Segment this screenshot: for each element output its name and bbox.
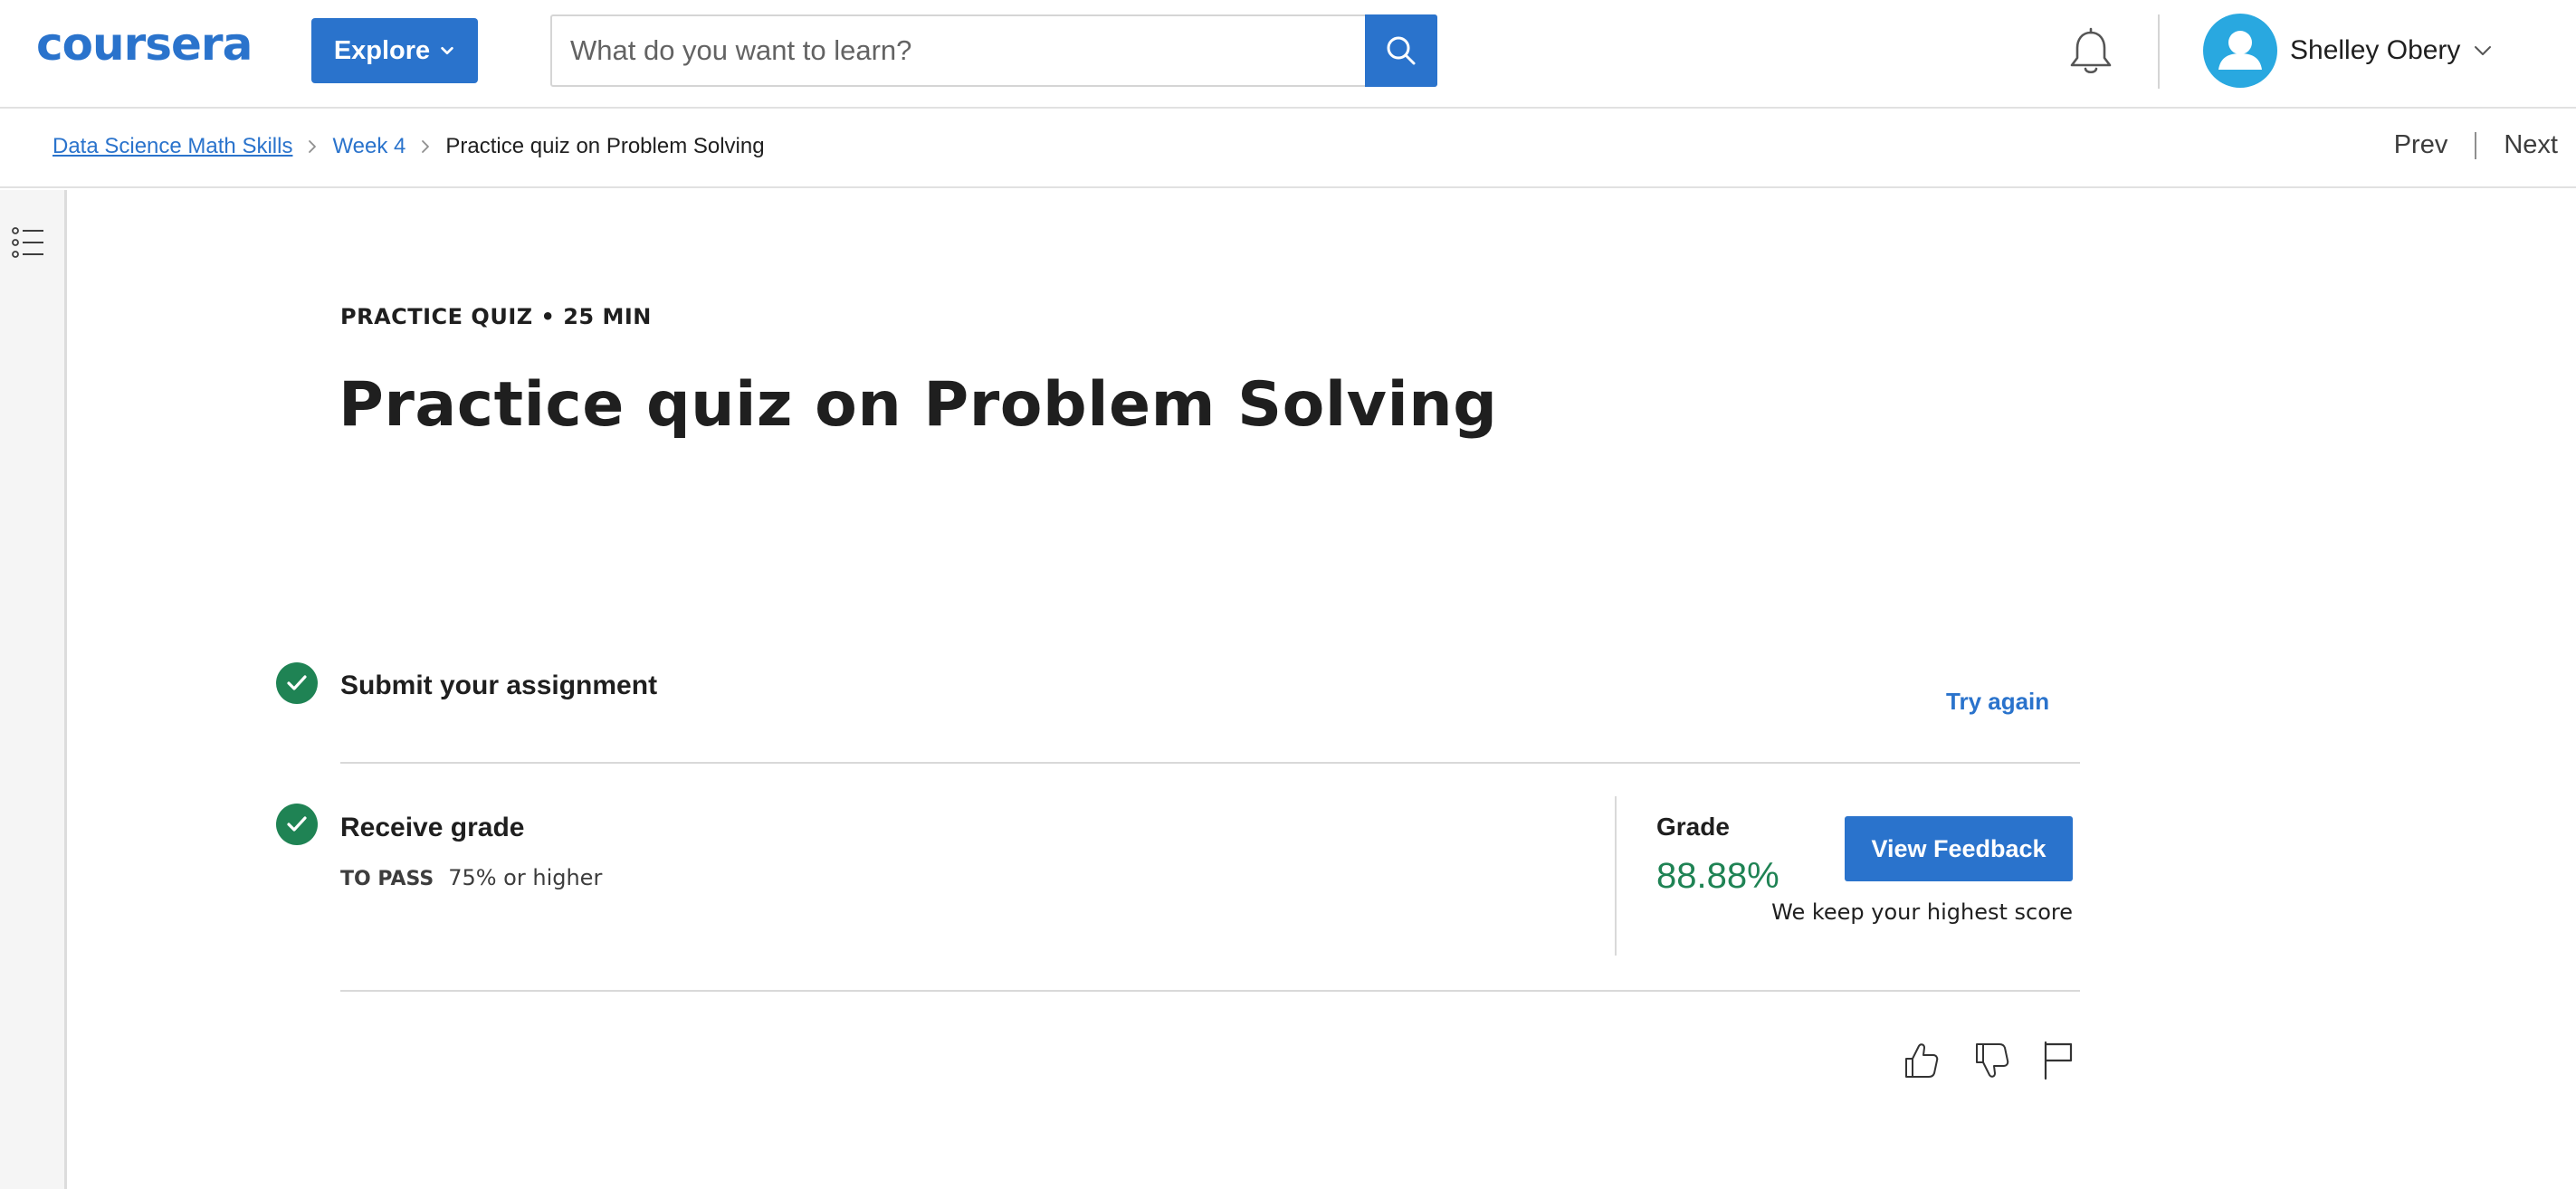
breadcrumb-row: Data Science Math Skills Week 4 Practice… bbox=[0, 110, 2576, 188]
breadcrumb: Data Science Math Skills Week 4 Practice… bbox=[52, 134, 765, 159]
page-title: Practice quiz on Problem Solving bbox=[339, 369, 1498, 441]
nav-divider bbox=[2475, 131, 2477, 159]
view-feedback-button[interactable]: View Feedback bbox=[1845, 816, 2073, 881]
top-header: coursera Explore Shelley Obery bbox=[0, 0, 2576, 109]
pass-value: 75% or higher bbox=[448, 865, 603, 890]
search-input[interactable] bbox=[552, 16, 1367, 85]
chevron-down-icon bbox=[2475, 46, 2492, 55]
check-icon bbox=[276, 804, 318, 845]
highest-score-note: We keep your highest score bbox=[1771, 899, 2073, 925]
try-again-button[interactable]: Try again bbox=[1946, 688, 2049, 716]
breadcrumb-course-link[interactable]: Data Science Math Skills bbox=[52, 134, 292, 159]
grade-value: 88.88% bbox=[1656, 856, 1779, 896]
list-outline-icon[interactable] bbox=[9, 223, 49, 262]
thumbs-down-icon[interactable] bbox=[1971, 1039, 2011, 1082]
header-divider bbox=[2158, 14, 2160, 89]
prev-link[interactable]: Prev bbox=[2394, 130, 2448, 160]
thumbs-up-icon[interactable] bbox=[1901, 1039, 1941, 1082]
pass-label: TO PASS bbox=[340, 868, 434, 890]
user-avatar-icon bbox=[2203, 14, 2277, 88]
grade-divider bbox=[1615, 796, 1617, 956]
left-rail bbox=[0, 190, 67, 1189]
user-name: Shelley Obery bbox=[2290, 35, 2461, 65]
bell-icon[interactable] bbox=[2067, 27, 2114, 78]
flag-icon[interactable] bbox=[2038, 1039, 2078, 1082]
breadcrumb-week-link[interactable]: Week 4 bbox=[332, 134, 405, 159]
quiz-eyebrow: PRACTICE QUIZ • 25 MIN bbox=[340, 304, 652, 329]
chevron-right-icon bbox=[307, 138, 318, 155]
check-icon bbox=[276, 662, 318, 704]
explore-label: Explore bbox=[333, 35, 431, 65]
step-submit-title: Submit your assignment bbox=[340, 671, 658, 700]
pass-requirement: TO PASS 75% or higher bbox=[340, 865, 602, 890]
step-divider bbox=[340, 762, 2080, 764]
search-bar bbox=[550, 14, 1437, 87]
step-receive-title: Receive grade bbox=[340, 813, 525, 842]
user-menu[interactable]: Shelley Obery bbox=[2203, 13, 2493, 89]
bottom-divider bbox=[340, 990, 2080, 992]
search-icon bbox=[1387, 36, 1416, 65]
grade-label: Grade bbox=[1656, 813, 1730, 841]
chevron-right-icon bbox=[420, 138, 431, 155]
next-link[interactable]: Next bbox=[2504, 130, 2558, 160]
coursera-logo[interactable]: coursera bbox=[36, 18, 253, 71]
breadcrumb-current: Practice quiz on Problem Solving bbox=[445, 134, 765, 158]
search-button[interactable] bbox=[1365, 14, 1437, 87]
person-icon bbox=[2218, 31, 2262, 70]
prev-next-nav: Prev Next bbox=[2394, 130, 2558, 160]
chevron-down-icon bbox=[441, 46, 453, 55]
explore-button[interactable]: Explore bbox=[311, 18, 478, 83]
